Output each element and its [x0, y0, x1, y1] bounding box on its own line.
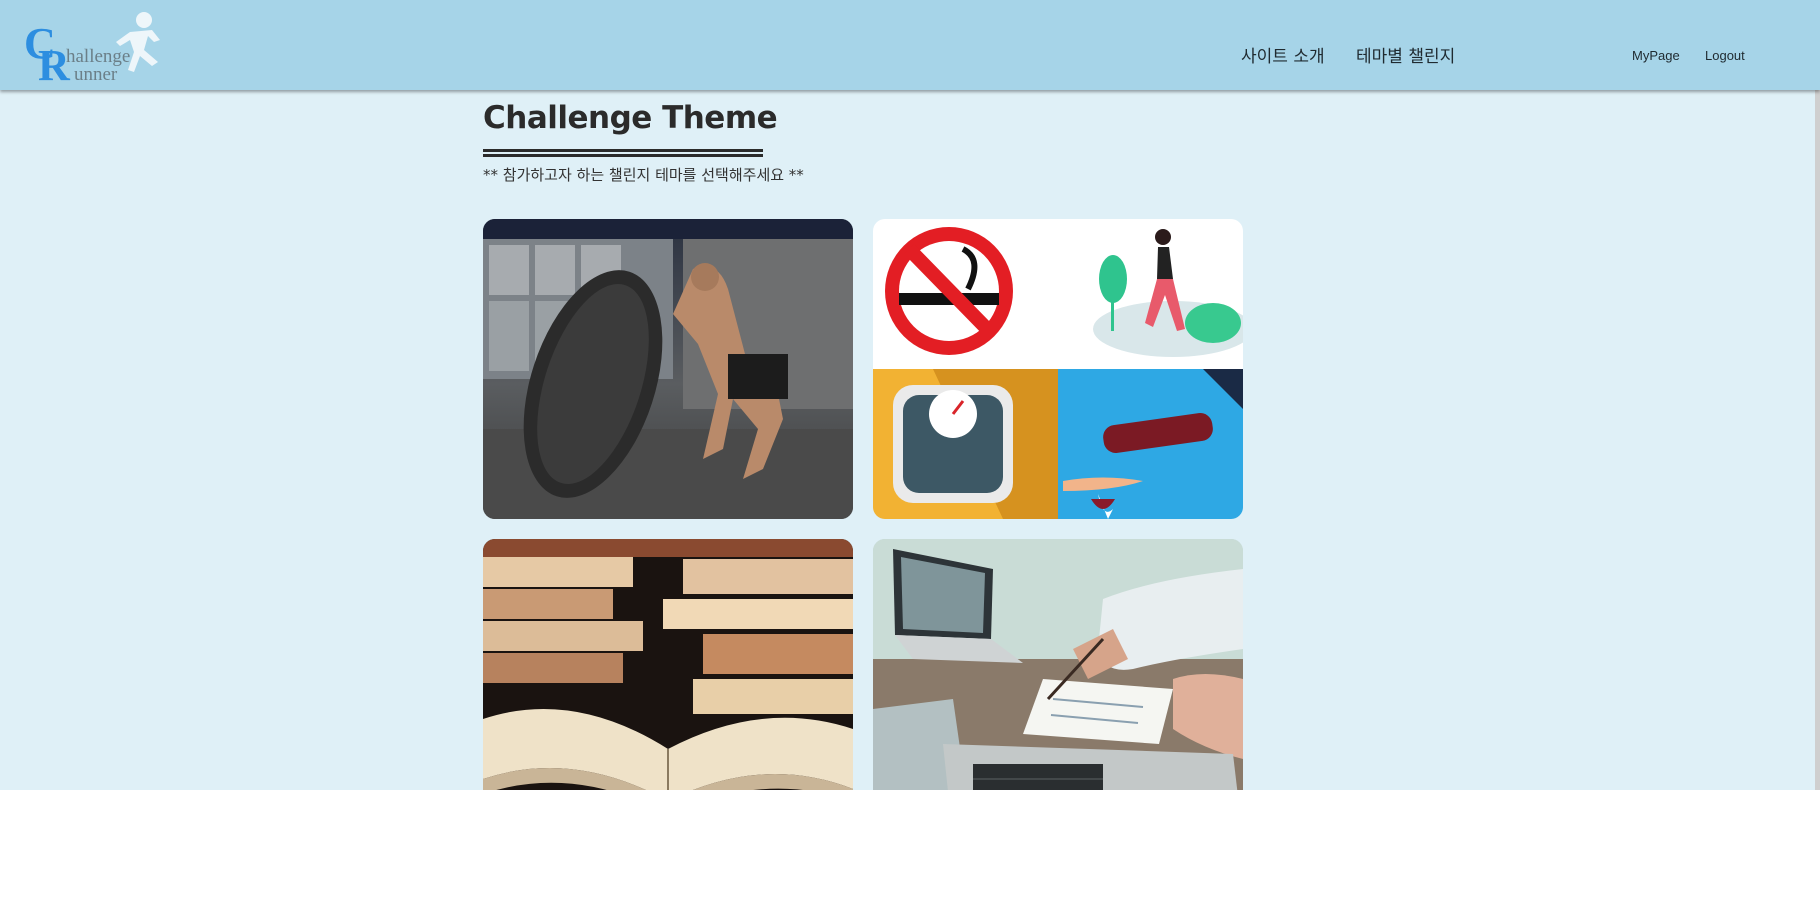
page-bottom-area — [0, 790, 1820, 913]
theme-card-exercise[interactable] — [483, 219, 853, 519]
nav-about-link[interactable]: 사이트 소개 — [1241, 42, 1325, 67]
site-header: C R hallenge unner 사이트 소개 테마별 챌린지 MyPage… — [0, 0, 1820, 90]
page-scrollbar[interactable] — [1815, 0, 1820, 790]
logo-letter-r: R — [38, 41, 70, 90]
tire-workout-image — [483, 219, 853, 519]
page-subtitle: ** 참가하고자 하는 챌린지 테마를 선택해주세요 ** — [483, 166, 804, 184]
habit-icons-image — [873, 219, 1243, 519]
nav-themes-link[interactable]: 테마별 챌린지 — [1356, 42, 1455, 67]
theme-card-habits[interactable] — [873, 219, 1243, 519]
title-underline — [483, 149, 763, 157]
logo-word-runner: unner — [74, 64, 118, 85]
site-logo[interactable]: C R hallenge unner — [22, 8, 172, 88]
mypage-link[interactable]: MyPage — [1632, 48, 1680, 63]
logout-link[interactable]: Logout — [1705, 48, 1745, 63]
page-title: Challenge Theme — [483, 100, 778, 136]
